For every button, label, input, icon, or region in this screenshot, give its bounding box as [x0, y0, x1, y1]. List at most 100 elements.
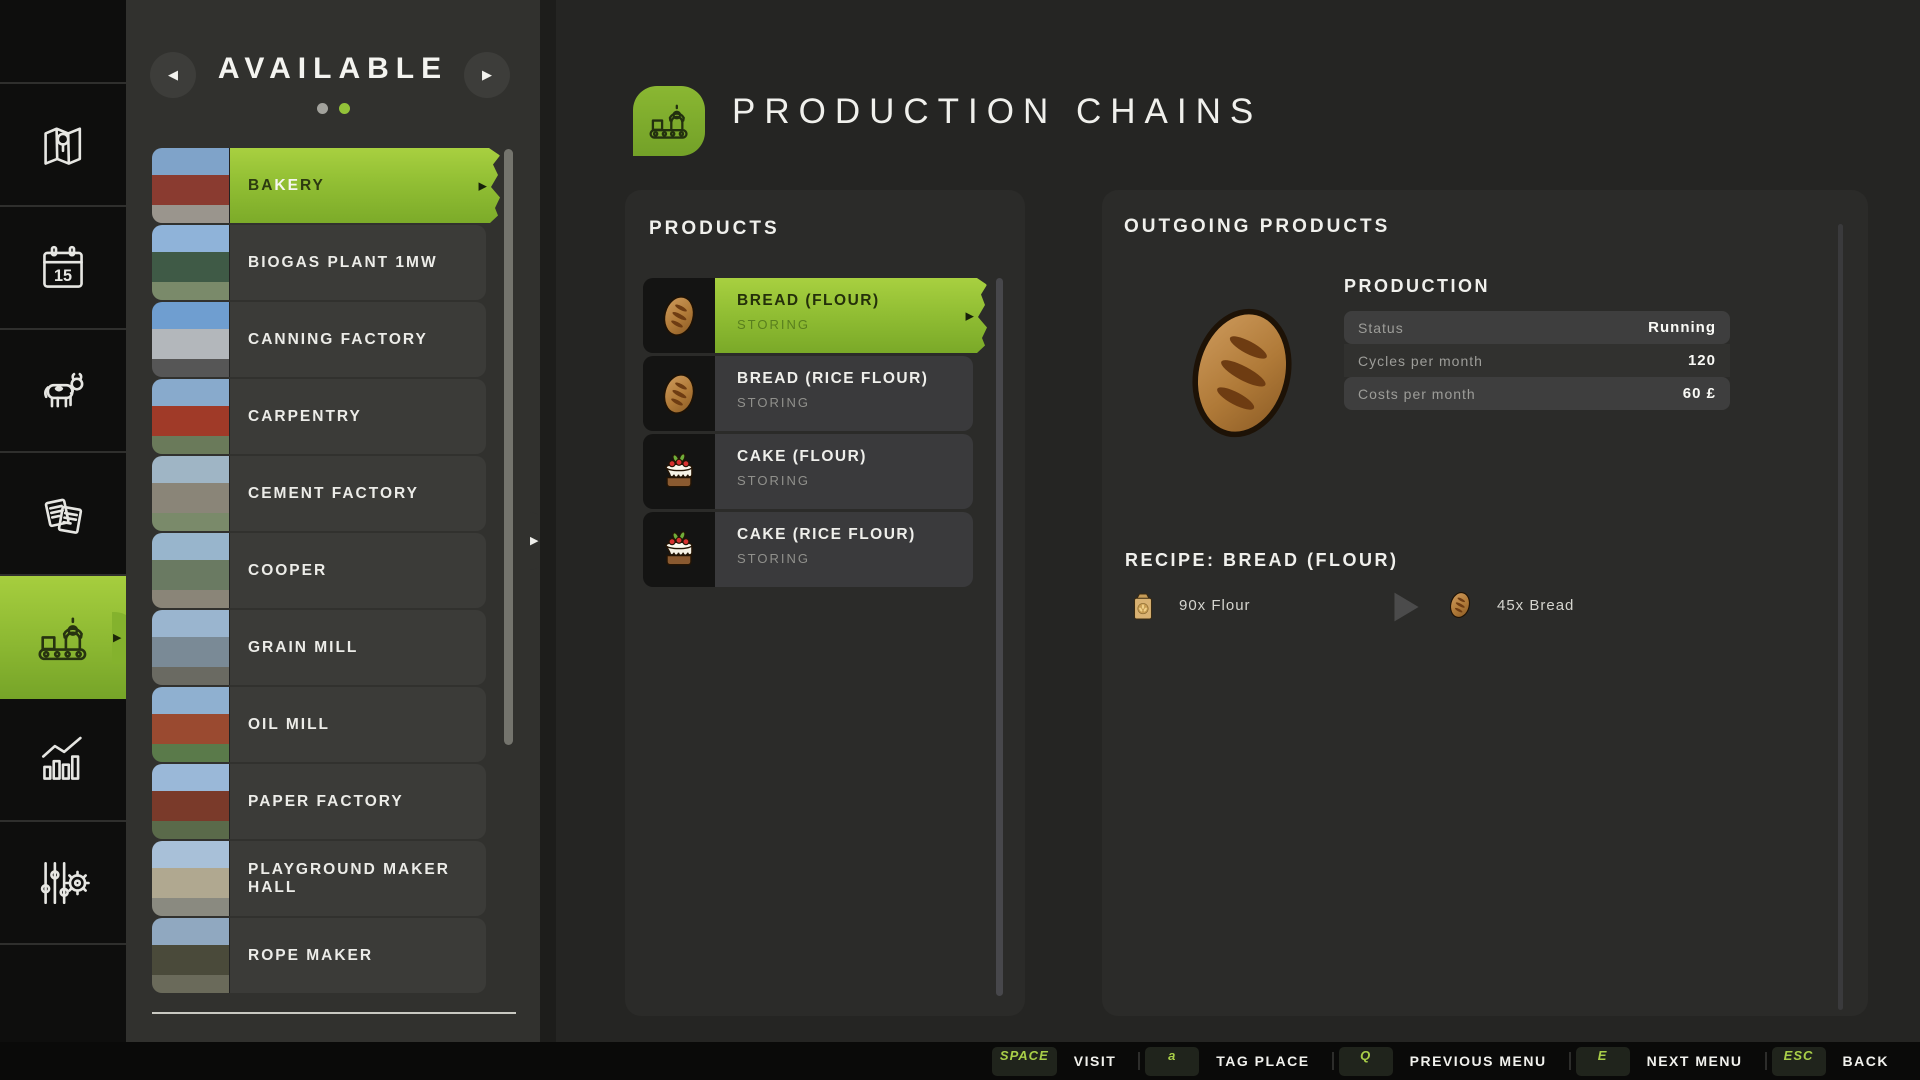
sidebar-item-settings[interactable]: [0, 822, 126, 945]
building-list-item[interactable]: BAKERY ▶: [152, 148, 500, 223]
building-label-area: OIL MILL: [230, 687, 486, 762]
hotkey-tag-place[interactable]: a TAG PLACE: [1145, 1046, 1326, 1076]
keycap-a[interactable]: a: [1145, 1046, 1200, 1076]
building-label: GRAIN MILL: [248, 638, 359, 656]
sidebar-item-contracts[interactable]: [0, 453, 126, 576]
keycap-e[interactable]: E: [1575, 1046, 1630, 1076]
recipe-output-quantity: 45x Bread: [1497, 597, 1575, 614]
product-icon-tile: [643, 356, 715, 431]
building-list-item[interactable]: GRAIN MILL: [152, 610, 486, 685]
building-label: PAPER FACTORY: [248, 792, 404, 810]
hotkey-separator: [1568, 1052, 1571, 1070]
hotkey-separator: [1764, 1052, 1767, 1070]
calendar-icon: [34, 239, 92, 297]
product-list-item[interactable]: CAKE (FLOUR) STORING: [643, 434, 973, 509]
keycap-space[interactable]: SPACE: [991, 1046, 1057, 1076]
product-list-item[interactable]: BREAD (RICE FLOUR) STORING: [643, 356, 973, 431]
building-list: BAKERY ▶ BIOGAS PLANT 1MW CANNING FACTORY CA…: [152, 148, 516, 1014]
production-block: PRODUCTION Status Running Cycles per month…: [1344, 276, 1730, 410]
available-next-button[interactable]: ▶: [464, 52, 510, 98]
hotkey-next-menu[interactable]: E NEXT MENU: [1575, 1046, 1760, 1076]
product-status: STORING: [737, 395, 810, 410]
production-chains-icon: [633, 86, 705, 156]
hotkey-previous-menu[interactable]: Q PREVIOUS MENU: [1338, 1046, 1564, 1076]
recipe-row: 90x Flour 45x Bread: [1125, 587, 1835, 643]
cow-icon: [34, 362, 92, 420]
bread-icon: [656, 368, 702, 420]
building-label-area: CEMENT FACTORY: [230, 456, 486, 531]
product-name: CAKE (RICE FLOUR): [737, 526, 916, 543]
flour-bag-icon: [1130, 589, 1156, 623]
products-heading: PRODUCTS: [649, 218, 780, 239]
building-label: CARPENTRY: [248, 407, 362, 425]
building-label-area: ROPE MAKER: [230, 918, 486, 993]
sidebar-item-animals[interactable]: [0, 330, 126, 453]
building-list-item[interactable]: PAPER FACTORY: [152, 764, 486, 839]
building-label: COOPER: [248, 561, 328, 579]
page-dot: [338, 103, 350, 114]
hotkey-back[interactable]: ESC BACK: [1771, 1046, 1906, 1076]
products-scrollbar[interactable]: [996, 278, 1003, 996]
building-thumbnail: [152, 225, 230, 300]
building-list-item[interactable]: OIL MILL: [152, 687, 486, 762]
production-row: Costs per month 60 £: [1344, 377, 1730, 410]
building-thumbnail: [152, 379, 230, 454]
sliders-gear-icon: [34, 854, 92, 912]
product-name: BREAD (RICE FLOUR): [737, 370, 929, 387]
sidebar-item-map[interactable]: [0, 84, 126, 207]
building-thumbnail: [152, 687, 230, 762]
product-status: STORING: [737, 551, 810, 566]
building-list-item[interactable]: CEMENT FACTORY: [152, 456, 486, 531]
sidebar-spacer: [0, 0, 126, 84]
product-icon-tile: [643, 512, 715, 587]
building-label-area: CANNING FACTORY: [230, 302, 486, 377]
building-list-item[interactable]: CANNING FACTORY: [152, 302, 486, 377]
play-arrow-icon: [1388, 587, 1424, 627]
sidebar-item-calendar[interactable]: [0, 207, 126, 330]
sidebar-item-statistics[interactable]: [0, 699, 126, 822]
product-name: BREAD (FLOUR): [737, 292, 880, 309]
hotkey-bar: SPACE VISIT a TAG PLACE Q PREVIOUS MENU E NEXT …: [0, 1042, 1920, 1080]
building-list-scrollbar[interactable]: [504, 149, 513, 745]
production-icon: [34, 609, 92, 667]
building-list-item[interactable]: CARPENTRY: [152, 379, 486, 454]
cake-icon: [656, 524, 702, 576]
hotkey-visit[interactable]: SPACE VISIT: [991, 1046, 1133, 1076]
product-label-area: BREAD (RICE FLOUR) STORING: [715, 356, 973, 431]
bread-icon: [1446, 587, 1474, 623]
outgoing-scrollbar[interactable]: [1838, 224, 1843, 1010]
keycap-esc[interactable]: ESC: [1771, 1046, 1826, 1076]
building-list-item[interactable]: COOPER: [152, 533, 486, 608]
cake-icon: [656, 446, 702, 498]
product-name: CAKE (FLOUR): [737, 448, 867, 465]
product-label-area: CAKE (RICE FLOUR) STORING: [715, 512, 973, 587]
production-chains-screen: ◀ AVAILABLE ▶ BAKERY▶BIOGAS PLANT 1MWCAN…: [0, 0, 1920, 1080]
product-icon-tile: [643, 434, 715, 509]
products-panel: PRODUCTS BREAD (FLOUR) STORING ▶ BREAD (RIC…: [625, 190, 1025, 1016]
hotkey-label: TAG PLACE: [1216, 1053, 1310, 1069]
bread-product-image: [1166, 290, 1318, 456]
hotkey-separator: [1138, 1052, 1141, 1070]
building-thumbnail: [152, 610, 230, 685]
building-list-item[interactable]: BIOGAS PLANT 1MW: [152, 225, 486, 300]
selected-item-arrow-icon: ▶: [965, 310, 974, 322]
hotkey-label: NEXT MENU: [1646, 1053, 1743, 1069]
building-label: BAKERY: [248, 177, 325, 195]
building-label-area: CARPENTRY: [230, 379, 486, 454]
building-label-area: PAPER FACTORY: [230, 764, 486, 839]
bread-icon: [656, 290, 702, 342]
production-row: Status Running: [1344, 311, 1730, 344]
production-row-value: 120: [1687, 352, 1716, 369]
keycap-q[interactable]: Q: [1338, 1046, 1393, 1076]
building-list-item[interactable]: ROPE MAKER: [152, 918, 486, 993]
stats-icon: [34, 731, 92, 789]
building-list-item[interactable]: PLAYGROUND MAKER HALL: [152, 841, 486, 916]
building-thumbnail: [152, 841, 230, 916]
building-thumbnail: [152, 302, 230, 377]
available-panel: ◀ AVAILABLE ▶ BAKERY ▶ BIOGAS PLANT 1MW CAN…: [126, 0, 553, 1042]
product-list-item[interactable]: CAKE (RICE FLOUR) STORING: [643, 512, 973, 587]
production-table: Status Running Cycles per month 120 Costs pe…: [1344, 311, 1730, 410]
main-sidebar: [0, 0, 140, 1042]
sidebar-item-production[interactable]: [0, 576, 140, 699]
product-list-item[interactable]: BREAD (FLOUR) STORING ▶: [643, 278, 987, 353]
